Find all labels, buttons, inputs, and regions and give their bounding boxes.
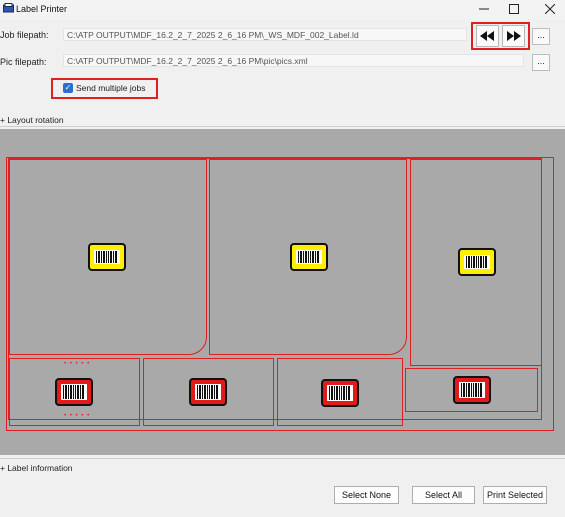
red-label[interactable]: [453, 376, 491, 406]
pic-browse-button[interactable]: ...: [532, 54, 550, 71]
barcode-icon: [321, 379, 359, 407]
rewind-icon: [480, 31, 494, 41]
select-all-button[interactable]: Select All: [412, 486, 475, 504]
window-title: Label Printer: [16, 4, 68, 14]
job-browse-button[interactable]: ...: [532, 28, 550, 45]
minimize-icon: [479, 8, 489, 10]
barcode-icon: [453, 376, 491, 404]
fast-forward-icon: [507, 31, 521, 41]
send-multiple-jobs-checkbox[interactable]: ✓: [63, 83, 73, 93]
minimize-button[interactable]: [470, 0, 498, 18]
pic-filepath-field[interactable]: C:\ATP OUTPUT\MDF_16.2_2_7_2025 2_6_16 P…: [63, 54, 524, 67]
red-label[interactable]: [189, 378, 227, 408]
barcode-icon: [458, 248, 496, 276]
yellow-label[interactable]: [290, 243, 328, 273]
pic-filepath-label: Pic filepath:: [0, 57, 47, 67]
dots-top: • • • • •: [64, 361, 91, 367]
print-selected-button[interactable]: Print Selected: [483, 486, 547, 504]
app-icon: [3, 3, 14, 13]
close-icon: [545, 4, 555, 14]
dots-bottom: • • • • •: [64, 413, 91, 419]
barcode-icon: [88, 243, 126, 271]
yellow-label[interactable]: [458, 248, 496, 278]
barcode-icon: [189, 378, 227, 406]
maximize-icon: [509, 4, 519, 14]
maximize-button[interactable]: [500, 0, 528, 18]
send-multiple-jobs-label[interactable]: Send multiple jobs: [76, 83, 145, 93]
divider: [0, 458, 565, 459]
next-job-button[interactable]: [502, 25, 525, 47]
divider: [0, 126, 565, 127]
job-filepath-label: Job filepath:: [0, 30, 49, 40]
previous-job-button[interactable]: [476, 25, 499, 47]
red-label[interactable]: [55, 378, 93, 408]
layout-canvas: • • • • • • • • • •: [0, 129, 565, 455]
yellow-label[interactable]: [88, 243, 126, 273]
job-filepath-field[interactable]: C:\ATP OUTPUT\MDF_16.2_2_7_2025 2_6_16 P…: [63, 28, 467, 41]
close-button[interactable]: [536, 0, 564, 18]
select-none-button[interactable]: Select None: [334, 486, 399, 504]
barcode-icon: [55, 378, 93, 406]
barcode-icon: [290, 243, 328, 271]
red-label[interactable]: [321, 379, 359, 409]
label-information-toggle[interactable]: + Label information: [0, 463, 565, 475]
